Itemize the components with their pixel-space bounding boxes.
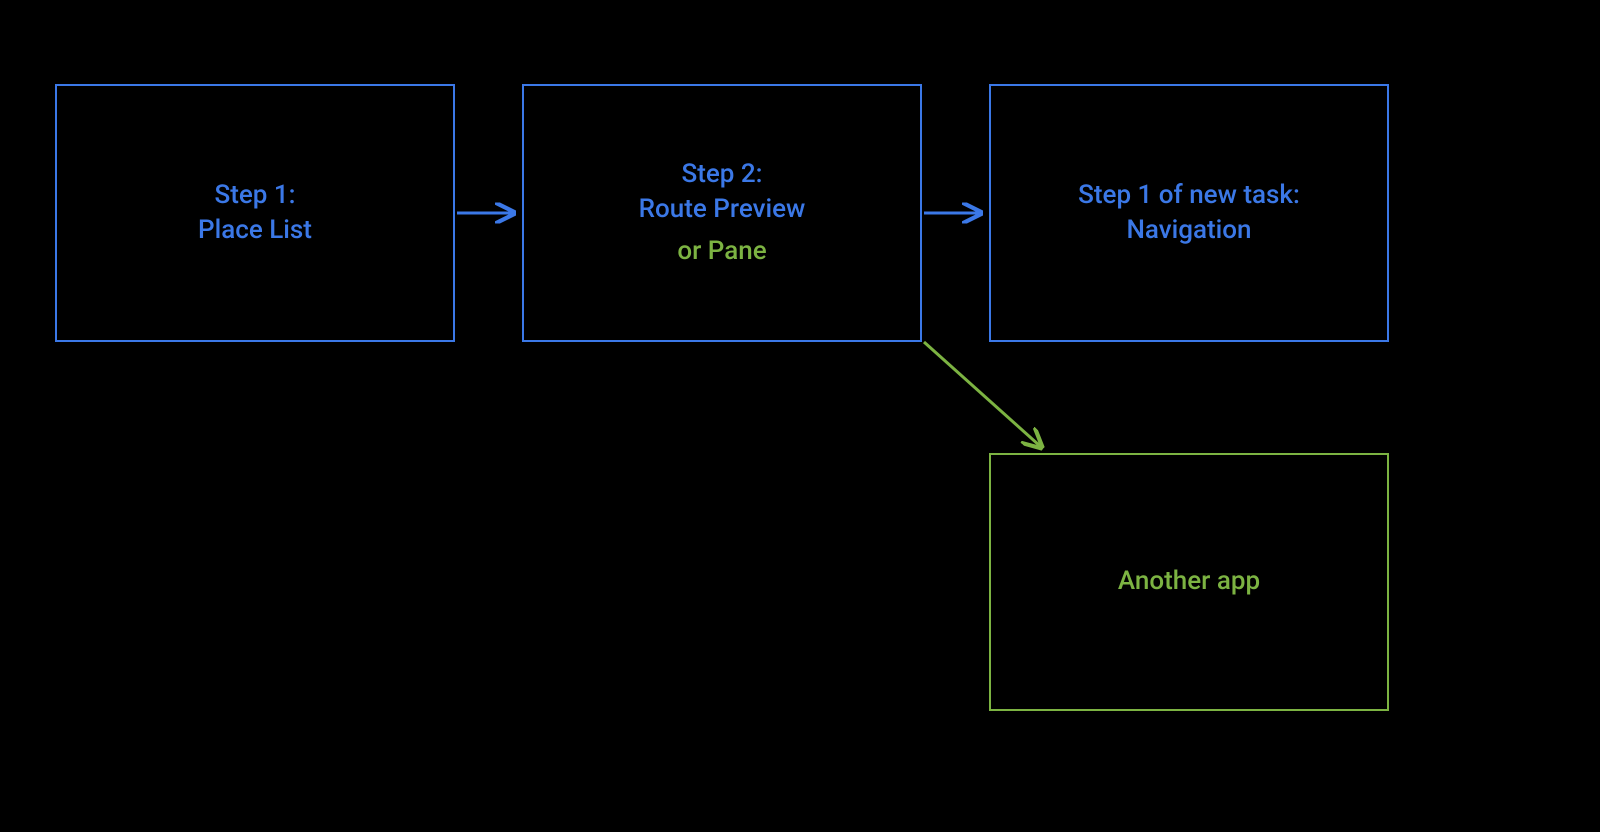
box-step1-title: Step 1: bbox=[214, 178, 295, 213]
arrow-step2-to-another-app bbox=[924, 342, 1040, 446]
box-step3: Step 1 of new task: Navigation bbox=[989, 84, 1389, 342]
box-step2-alt: or Pane bbox=[677, 234, 766, 269]
diagram-canvas: Step 1: Place List Step 2: Route Preview… bbox=[0, 0, 1600, 832]
box-step1-subtitle: Place List bbox=[198, 213, 312, 248]
box-step2-title: Step 2: bbox=[681, 157, 762, 192]
box-step3-subtitle: Navigation bbox=[1126, 213, 1251, 248]
box-another-app: Another app bbox=[989, 453, 1389, 711]
box-step2-subtitle: Route Preview bbox=[639, 192, 806, 227]
box-step1: Step 1: Place List bbox=[55, 84, 455, 342]
box-step3-title: Step 1 of new task: bbox=[1078, 178, 1300, 213]
box-step2: Step 2: Route Preview or Pane bbox=[522, 84, 922, 342]
box-another-app-title: Another app bbox=[1118, 564, 1260, 599]
